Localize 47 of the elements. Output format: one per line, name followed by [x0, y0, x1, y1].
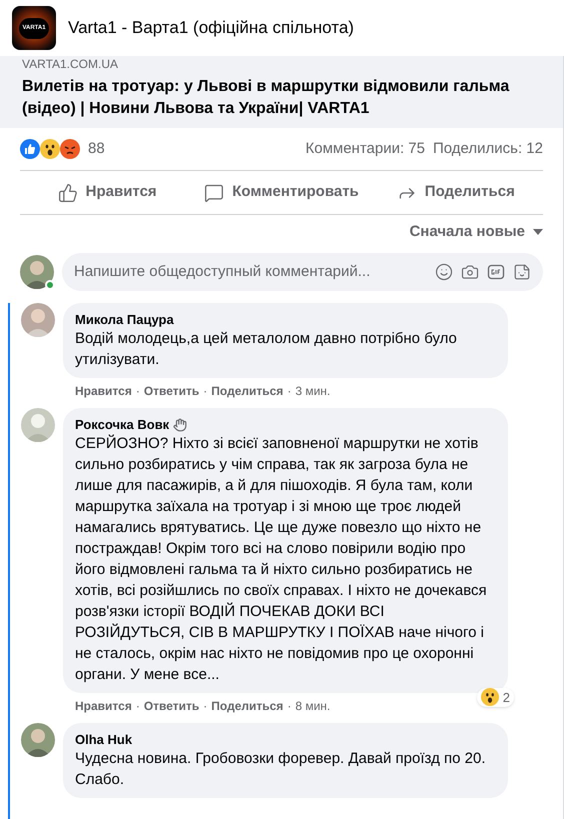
comment-action-button[interactable]: Комментировать — [194, 181, 369, 204]
surprised-emoji-icon — [40, 139, 60, 159]
hand-icon — [173, 418, 188, 432]
separator-dot: · — [203, 698, 208, 715]
separator-dot: · — [136, 698, 140, 715]
comment-share-link[interactable]: Поделиться — [211, 382, 284, 400]
comment-reactions[interactable]: 2 — [476, 688, 514, 707]
surprised-emoji-icon — [480, 688, 499, 706]
comment-text: Водій молодець,а цей металолом давно потрібно було утилізувати. — [75, 329, 458, 370]
sort-dropdown[interactable]: Сначала новые — [409, 220, 543, 244]
emoji-icon[interactable] — [435, 263, 453, 281]
comment-share-link[interactable]: Поделиться — [211, 697, 284, 715]
link-domain: VARTA1.COM.UA — [22, 56, 120, 72]
sticker-icon[interactable] — [513, 263, 531, 281]
share-count[interactable]: Поделились: 12 — [433, 138, 543, 160]
comment-reply-link[interactable]: Ответить — [144, 382, 200, 400]
like-action-button[interactable]: Нравится — [20, 181, 194, 204]
comment-time[interactable]: 3 мин. — [295, 382, 330, 400]
share-action-button[interactable]: Поделиться — [368, 181, 543, 204]
separator-dot: · — [287, 698, 292, 715]
reaction-count[interactable]: 88 — [88, 138, 105, 160]
comment-reply-link[interactable]: Ответить — [144, 697, 200, 715]
like-icon — [58, 182, 78, 202]
page-title[interactable]: Varta1 - Варта1 (офіційна спільнота) — [68, 15, 354, 41]
angry-emoji-icon — [60, 139, 80, 159]
separator-dot: · — [287, 383, 292, 400]
gif-icon[interactable] — [487, 263, 505, 281]
comment-reaction-count: 2 — [502, 688, 510, 706]
comment-author[interactable]: Роксочка Вовк — [75, 416, 170, 433]
comment-count[interactable]: Комментарии: 75 — [306, 138, 425, 160]
separator-dot: · — [203, 383, 208, 400]
comment-text: Чудесна новина. Гробовозки форевер. Давай проїзд по 20. Слабо. — [75, 749, 486, 790]
comment-icon — [204, 182, 224, 202]
dropdown-caret-icon — [533, 229, 543, 235]
link-preview[interactable]: VARTA1.COM.UA Вилетів на тротуар: у Львові в маршрутки відмовили гальма (відео) | Новини Львова та України| VARTA1 — [0, 56, 563, 128]
like-reaction-icon — [20, 139, 40, 159]
link-title: Вилетів на тротуар: у Львові в маршрутки відмовили гальма (відео) | Новини Львова та України| VARTA1 — [22, 77, 510, 119]
comment-author[interactable]: Olha Huk — [75, 731, 132, 748]
separator-dot: · — [136, 383, 140, 400]
comment-time[interactable]: 8 мин. — [295, 697, 330, 715]
comment-composer[interactable]: Напишите общедоступный комментарий... — [62, 253, 543, 291]
comment-input-field[interactable]: Напишите общедоступный комментарий... — [74, 260, 427, 284]
comment-text: СЕРЙОЗНО? Ніхто зі всієї заповненої маршрутки не хотів сильно розбиратись у чім справа, так як загроза була не лише для пасажирів, а й для пішоходів. Я була там, коли маршрутка заїхала на тротуар і зі мною ще троє людей намагались врятуватись. Це ще дуже повезло що ніхто не постраждав! Окрім того всі на слово повірили водію про його відмовлені гальма та й ніхто сильно розбиратись не хотів, всі розійшлись по своїх справах. І ніхто не дочекався розв'язки історії ВОДІЙ ПОЧЕКАВ ДОКИ ВСІ РОЗІЙДУТЬСЯ, СІВ В МАРШРУТКУ І ПОЇХАВ наче нічого і не сталось, окрім нас ніхто не повідомив про це охоронні органи. У мене все... — [75, 434, 488, 685]
comment-like-link[interactable]: Нравится — [75, 697, 132, 715]
comment-like-link[interactable]: Нравится — [75, 382, 132, 400]
camera-icon[interactable] — [461, 263, 479, 281]
comment-author[interactable]: Микола Пацура — [75, 311, 174, 328]
